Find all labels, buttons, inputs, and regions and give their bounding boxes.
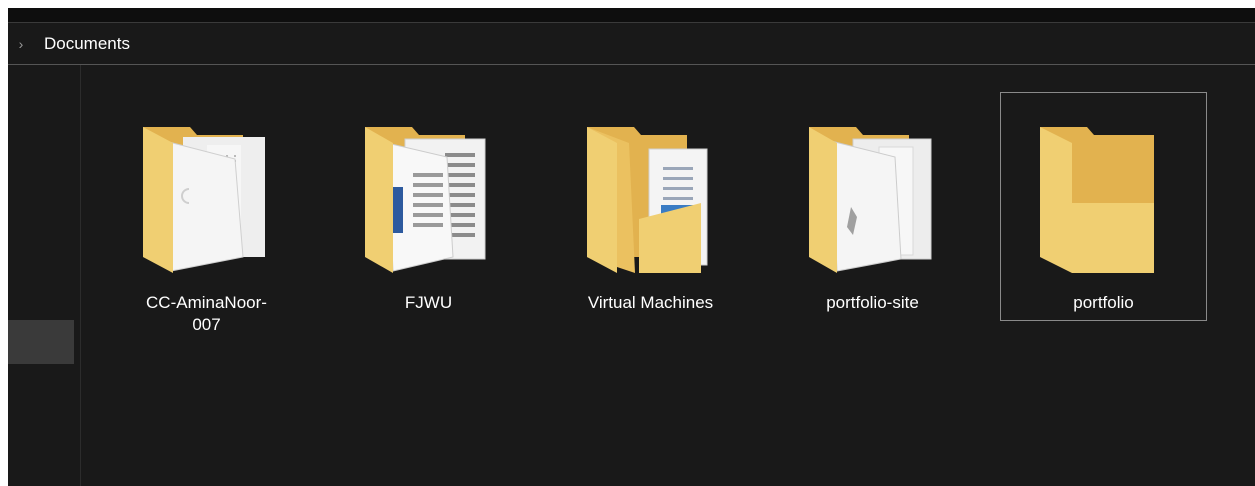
folder-with-documents-icon (809, 127, 932, 273)
navigation-pane[interactable] (8, 65, 81, 486)
folder-with-image-icon (587, 127, 708, 273)
chevron-right-icon[interactable]: › (10, 36, 32, 52)
folder-view[interactable]: CC-AminaNoor- 007 FJWU Virtual Machines … (81, 65, 1255, 486)
folder-name: portfolio (1073, 293, 1134, 312)
top-strip (8, 8, 1255, 23)
folder-item[interactable]: Virtual Machines (547, 92, 754, 321)
empty-folder-icon (1040, 127, 1154, 273)
folder-item[interactable]: CC-AminaNoor- 007 (103, 92, 310, 334)
folder-name: Virtual Machines (587, 293, 714, 312)
folder-item[interactable]: FJWU (325, 92, 532, 321)
folder-name: portfolio-site (826, 293, 919, 312)
file-explorer-window: › Documents CC-AminaNoor- 007 FJWU Virtu… (8, 8, 1255, 486)
breadcrumb-documents[interactable]: Documents (44, 34, 130, 54)
folder-with-documents-icon (143, 127, 265, 273)
folder-name: FJWU (404, 293, 453, 312)
folder-item-selected[interactable]: portfolio (1000, 92, 1207, 321)
nav-selected-item[interactable] (8, 320, 74, 364)
folder-with-documents-icon (365, 127, 486, 273)
folder-item[interactable]: portfolio-site (769, 92, 976, 321)
address-bar[interactable]: › Documents (8, 23, 1255, 65)
folder-name: CC-AminaNoor- 007 (146, 293, 267, 334)
